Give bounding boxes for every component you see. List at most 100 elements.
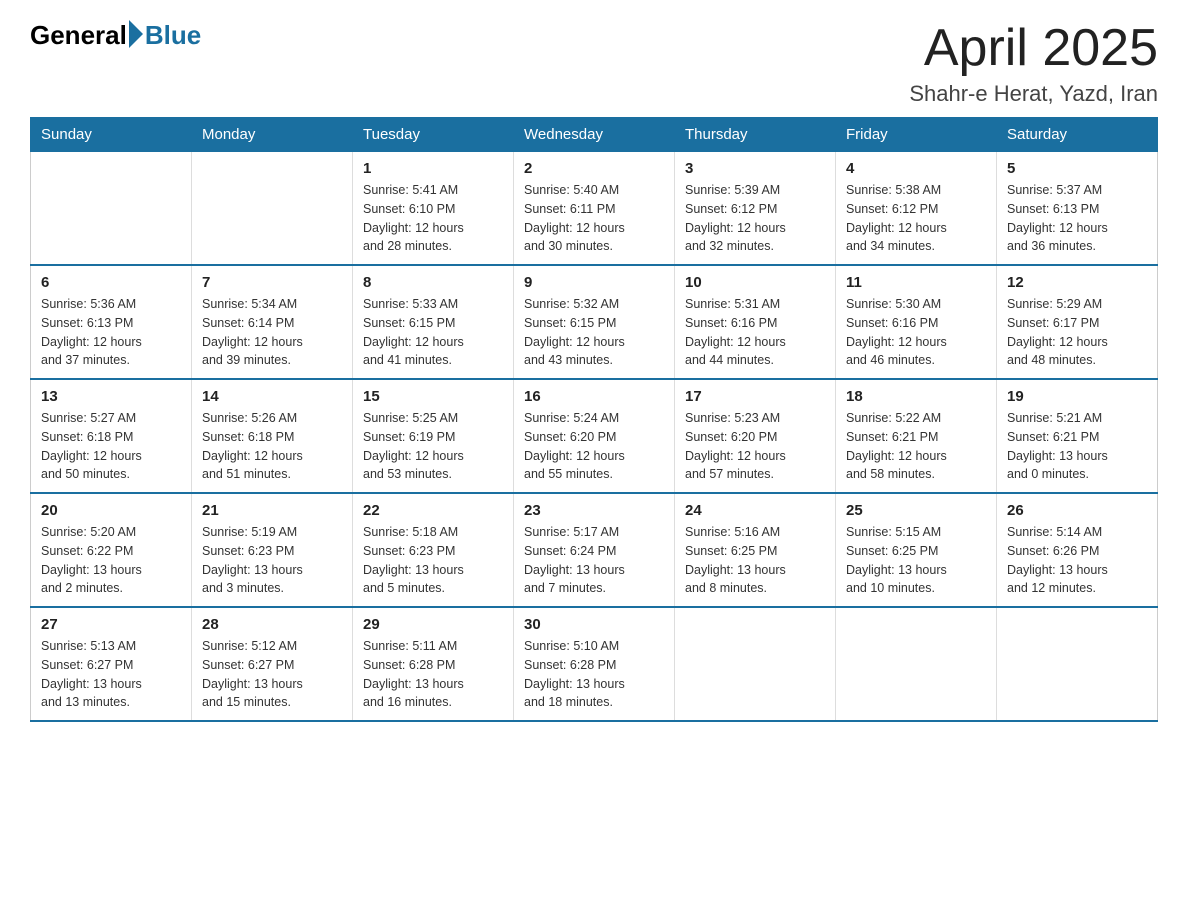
day-number: 21 [202,502,342,519]
day-number: 5 [1007,160,1147,177]
day-info: Sunrise: 5:17 AMSunset: 6:24 PMDaylight:… [524,523,664,598]
calendar-cell: 6 Sunrise: 5:36 AMSunset: 6:13 PMDaylight… [31,265,192,379]
day-info: Sunrise: 5:24 AMSunset: 6:20 PMDaylight:… [524,409,664,484]
day-number: 2 [524,160,664,177]
day-number: 10 [685,274,825,291]
calendar-cell [192,152,353,266]
calendar-cell: 26 Sunrise: 5:14 AMSunset: 6:26 PMDayligh… [997,493,1158,607]
day-number: 30 [524,616,664,633]
calendar-cell: 16 Sunrise: 5:24 AMSunset: 6:20 PMDayligh… [514,379,675,493]
calendar-cell: 3Sunrise: 5:39 AMSunset: 6:12 PMDaylight… [675,152,836,266]
calendar-cell: 2 Sunrise: 5:40 AMSunset: 6:11 PMDaylight… [514,152,675,266]
day-number: 23 [524,502,664,519]
calendar-week-1: 1 Sunrise: 5:41 AMSunset: 6:10 PMDaylight… [31,152,1158,266]
day-number: 9 [524,274,664,291]
day-info: Sunrise: 5:26 AMSunset: 6:18 PMDaylight:… [202,409,342,484]
calendar-cell: 15 Sunrise: 5:25 AMSunset: 6:19 PMDayligh… [353,379,514,493]
calendar-cell: 13 Sunrise: 5:27 AMSunset: 6:18 PMDayligh… [31,379,192,493]
calendar-header: SundayMondayTuesdayWednesdayThursdayFrid… [31,118,1158,152]
day-number: 6 [41,274,181,291]
day-number: 29 [363,616,503,633]
day-info: Sunrise: 5:33 AMSunset: 6:15 PMDaylight:… [363,295,503,370]
calendar-cell: 1 Sunrise: 5:41 AMSunset: 6:10 PMDaylight… [353,152,514,266]
logo-triangle-icon [129,20,143,48]
calendar-cell: 22 Sunrise: 5:18 AMSunset: 6:23 PMDayligh… [353,493,514,607]
day-info: Sunrise: 5:29 AMSunset: 6:17 PMDaylight:… [1007,295,1147,370]
day-info: Sunrise: 5:40 AMSunset: 6:11 PMDaylight:… [524,181,664,256]
day-info: Sunrise: 5:36 AMSunset: 6:13 PMDaylight:… [41,295,181,370]
column-header-monday: Monday [192,118,353,152]
calendar-cell: 29Sunrise: 5:11 AMSunset: 6:28 PMDayligh… [353,607,514,721]
calendar-cell: 8 Sunrise: 5:33 AMSunset: 6:15 PMDaylight… [353,265,514,379]
calendar-cell: 28Sunrise: 5:12 AMSunset: 6:27 PMDayligh… [192,607,353,721]
calendar-cell: 20 Sunrise: 5:20 AMSunset: 6:22 PMDayligh… [31,493,192,607]
day-info: Sunrise: 5:31 AMSunset: 6:16 PMDaylight:… [685,295,825,370]
day-info: Sunrise: 5:15 AMSunset: 6:25 PMDaylight:… [846,523,986,598]
calendar-cell: 21 Sunrise: 5:19 AMSunset: 6:23 PMDayligh… [192,493,353,607]
calendar-cell [31,152,192,266]
day-number: 12 [1007,274,1147,291]
calendar-cell: 12 Sunrise: 5:29 AMSunset: 6:17 PMDayligh… [997,265,1158,379]
logo-general-text: General [30,20,127,51]
column-header-friday: Friday [836,118,997,152]
day-number: 20 [41,502,181,519]
day-info: Sunrise: 5:23 AMSunset: 6:20 PMDaylight:… [685,409,825,484]
day-info: Sunrise: 5:20 AMSunset: 6:22 PMDaylight:… [41,523,181,598]
day-number: 13 [41,388,181,405]
title-block: April 2025 Shahr-e Herat, Yazd, Iran [909,20,1158,107]
page-title: April 2025 [909,20,1158,77]
day-info: Sunrise: 5:12 AMSunset: 6:27 PMDaylight:… [202,637,342,712]
calendar-cell: 7 Sunrise: 5:34 AMSunset: 6:14 PMDaylight… [192,265,353,379]
day-number: 26 [1007,502,1147,519]
day-number: 4 [846,160,986,177]
column-header-thursday: Thursday [675,118,836,152]
calendar-cell [675,607,836,721]
calendar-cell: 10 Sunrise: 5:31 AMSunset: 6:16 PMDayligh… [675,265,836,379]
day-info: Sunrise: 5:30 AMSunset: 6:16 PMDaylight:… [846,295,986,370]
day-number: 16 [524,388,664,405]
calendar-cell: 18Sunrise: 5:22 AMSunset: 6:21 PMDayligh… [836,379,997,493]
day-info: Sunrise: 5:27 AMSunset: 6:18 PMDaylight:… [41,409,181,484]
calendar-cell: 11 Sunrise: 5:30 AMSunset: 6:16 PMDayligh… [836,265,997,379]
day-info: Sunrise: 5:32 AMSunset: 6:15 PMDaylight:… [524,295,664,370]
calendar-body: 1 Sunrise: 5:41 AMSunset: 6:10 PMDaylight… [31,152,1158,722]
day-number: 18 [846,388,986,405]
day-info: Sunrise: 5:34 AMSunset: 6:14 PMDaylight:… [202,295,342,370]
column-header-tuesday: Tuesday [353,118,514,152]
day-info: Sunrise: 5:10 AMSunset: 6:28 PMDaylight:… [524,637,664,712]
day-info: Sunrise: 5:14 AMSunset: 6:26 PMDaylight:… [1007,523,1147,598]
calendar-cell: 25Sunrise: 5:15 AMSunset: 6:25 PMDayligh… [836,493,997,607]
calendar-cell: 19Sunrise: 5:21 AMSunset: 6:21 PMDayligh… [997,379,1158,493]
calendar-week-3: 13 Sunrise: 5:27 AMSunset: 6:18 PMDayligh… [31,379,1158,493]
day-number: 7 [202,274,342,291]
page-subtitle: Shahr-e Herat, Yazd, Iran [909,81,1158,107]
logo-blue-text: Blue [145,20,201,51]
day-number: 8 [363,274,503,291]
day-number: 14 [202,388,342,405]
column-header-sunday: Sunday [31,118,192,152]
day-number: 1 [363,160,503,177]
day-info: Sunrise: 5:18 AMSunset: 6:23 PMDaylight:… [363,523,503,598]
calendar-cell: 23 Sunrise: 5:17 AMSunset: 6:24 PMDayligh… [514,493,675,607]
column-header-wednesday: Wednesday [514,118,675,152]
calendar-cell: 24Sunrise: 5:16 AMSunset: 6:25 PMDayligh… [675,493,836,607]
calendar-week-5: 27Sunrise: 5:13 AMSunset: 6:27 PMDayligh… [31,607,1158,721]
day-info: Sunrise: 5:19 AMSunset: 6:23 PMDaylight:… [202,523,342,598]
logo: General Blue [30,20,201,51]
day-number: 19 [1007,388,1147,405]
calendar-cell: 14 Sunrise: 5:26 AMSunset: 6:18 PMDayligh… [192,379,353,493]
column-header-saturday: Saturday [997,118,1158,152]
day-number: 22 [363,502,503,519]
calendar-cell: 9 Sunrise: 5:32 AMSunset: 6:15 PMDaylight… [514,265,675,379]
header-row: SundayMondayTuesdayWednesdayThursdayFrid… [31,118,1158,152]
page-header: General Blue April 2025 Shahr-e Herat, Y… [30,20,1158,107]
calendar-cell: 30 Sunrise: 5:10 AMSunset: 6:28 PMDayligh… [514,607,675,721]
day-number: 11 [846,274,986,291]
day-number: 24 [685,502,825,519]
day-info: Sunrise: 5:25 AMSunset: 6:19 PMDaylight:… [363,409,503,484]
day-number: 15 [363,388,503,405]
day-info: Sunrise: 5:41 AMSunset: 6:10 PMDaylight:… [363,181,503,256]
calendar-cell: 17Sunrise: 5:23 AMSunset: 6:20 PMDayligh… [675,379,836,493]
calendar-table: SundayMondayTuesdayWednesdayThursdayFrid… [30,117,1158,722]
calendar-week-4: 20 Sunrise: 5:20 AMSunset: 6:22 PMDayligh… [31,493,1158,607]
